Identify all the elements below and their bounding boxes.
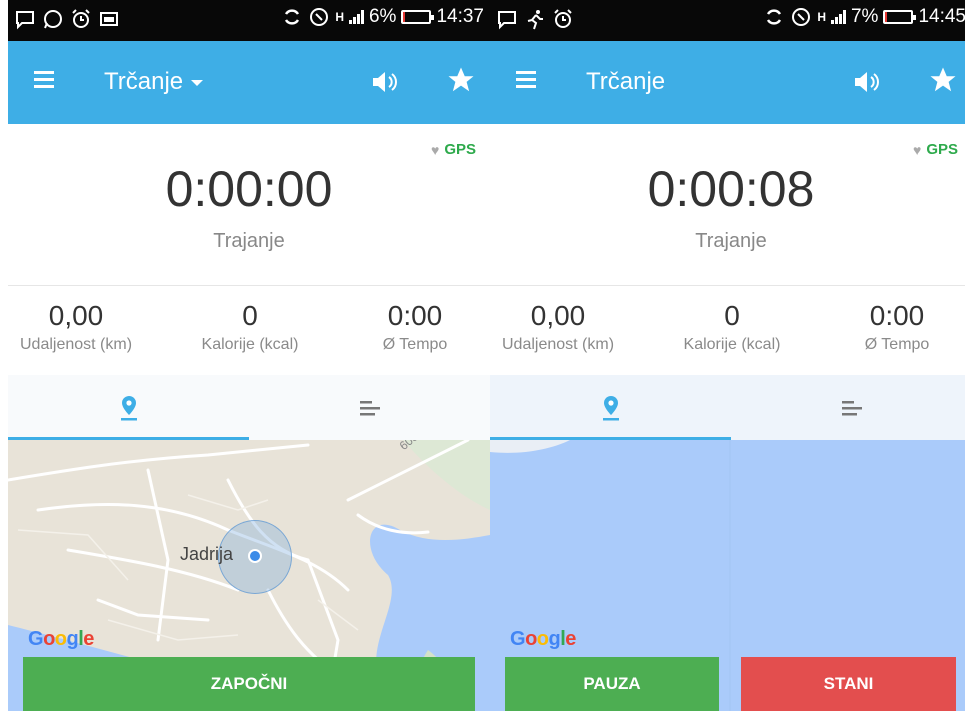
heart-icon: ♥ xyxy=(431,141,440,158)
signal-icon xyxy=(830,10,846,24)
map-place-label: Jadrija xyxy=(180,544,234,564)
stat-value: 0,00 xyxy=(530,300,586,331)
stats-bars-icon xyxy=(841,400,862,415)
stat-value: 0 xyxy=(242,300,258,331)
stat-pace: 0:00 Ø Tempo xyxy=(842,300,952,354)
google-logo: Google xyxy=(28,628,94,650)
battery-icon xyxy=(883,10,917,24)
location-dot xyxy=(248,549,262,563)
dropdown-caret-icon xyxy=(191,79,204,86)
stat-distance: 0,00 Udaljenost (km) xyxy=(8,300,144,354)
whatsapp-icon xyxy=(42,8,64,30)
duration-label: Trajanje xyxy=(213,230,285,252)
pause-button[interactable]: PAUZA xyxy=(505,657,719,711)
stat-label: Ø Tempo xyxy=(864,336,930,353)
menu-icon[interactable] xyxy=(34,71,54,91)
menu-icon[interactable] xyxy=(516,71,536,91)
speaker-icon[interactable] xyxy=(852,69,884,95)
stat-pace: 0:00 Ø Tempo xyxy=(360,300,470,354)
stat-value: 0,00 xyxy=(48,300,104,331)
status-bar: H 6% 14:37 xyxy=(8,0,490,41)
stat-value: 0 xyxy=(724,300,740,331)
image-icon xyxy=(98,8,120,30)
rotate-icon xyxy=(763,6,785,28)
alarm-icon xyxy=(552,8,574,30)
clock: 14:37 xyxy=(436,6,484,27)
stop-button[interactable]: STANI xyxy=(741,657,956,711)
gps-indicator: ♥ GPS xyxy=(913,141,958,158)
tab-bar xyxy=(490,375,965,440)
map-pin-icon xyxy=(120,395,137,420)
duration-value: 0:00:08 xyxy=(647,161,815,217)
tab-stats[interactable] xyxy=(249,375,490,440)
gps-indicator: ♥ GPS xyxy=(431,141,476,158)
divider xyxy=(8,285,490,286)
stat-label: Udaljenost (km) xyxy=(501,336,615,353)
heart-icon: ♥ xyxy=(913,141,922,158)
google-logo: Google xyxy=(510,628,576,650)
network-icon: H xyxy=(335,10,344,24)
stat-calories: 0 Kalorije (kcal) xyxy=(662,300,802,354)
nfc-icon xyxy=(790,6,812,28)
battery-icon xyxy=(401,10,435,24)
divider xyxy=(490,285,965,286)
battery-percent: 6% xyxy=(368,6,397,27)
signal-icon xyxy=(348,10,364,24)
stat-label: Ø Tempo xyxy=(382,336,448,353)
duration-value: 0:00:00 xyxy=(165,161,333,217)
runner-icon xyxy=(524,8,546,30)
star-icon[interactable] xyxy=(446,65,476,95)
stat-calories: 0 Kalorije (kcal) xyxy=(180,300,320,354)
message-icon xyxy=(14,8,36,30)
screen-running: H 7% 14:45 Trčanje ♥ GPS 0:00:08 Trajanj… xyxy=(490,0,965,711)
app-bar: Trčanje xyxy=(8,41,490,124)
start-button[interactable]: ZAPOČNI xyxy=(23,657,475,711)
app-bar: Trčanje xyxy=(490,41,965,124)
activity-dropdown[interactable]: Trčanje xyxy=(104,68,204,96)
rotate-icon xyxy=(281,6,303,28)
stat-distance: 0,00 Udaljenost (km) xyxy=(490,300,626,354)
status-bar: H 7% 14:45 xyxy=(490,0,965,41)
stat-value: 0:00 xyxy=(869,300,925,331)
alarm-icon xyxy=(70,8,92,30)
stat-label: Kalorije (kcal) xyxy=(683,336,781,353)
tab-map[interactable] xyxy=(8,375,249,440)
message-icon xyxy=(496,8,518,30)
tab-stats[interactable] xyxy=(731,375,965,440)
battery-percent: 7% xyxy=(850,6,879,27)
stat-value: 0:00 xyxy=(387,300,443,331)
nfc-icon xyxy=(308,6,330,28)
stat-label: Kalorije (kcal) xyxy=(201,336,299,353)
stats-bars-icon xyxy=(359,400,380,415)
stat-label: Udaljenost (km) xyxy=(19,336,133,353)
page-title: Trčanje xyxy=(104,68,184,95)
map-pin-icon xyxy=(602,395,619,420)
speaker-icon[interactable] xyxy=(370,69,402,95)
tab-map[interactable] xyxy=(490,375,731,440)
clock: 14:45 xyxy=(918,6,965,27)
screen-before-start: H 6% 14:37 Trčanje ♥ GPS 0:00:00 Trajanj… xyxy=(8,0,490,711)
gps-label: GPS xyxy=(926,141,958,158)
page-title: Trčanje xyxy=(586,68,666,95)
network-icon: H xyxy=(817,10,826,24)
duration-label: Trajanje xyxy=(695,230,767,252)
star-icon[interactable] xyxy=(928,65,958,95)
gps-label: GPS xyxy=(444,141,476,158)
tab-bar xyxy=(8,375,490,440)
